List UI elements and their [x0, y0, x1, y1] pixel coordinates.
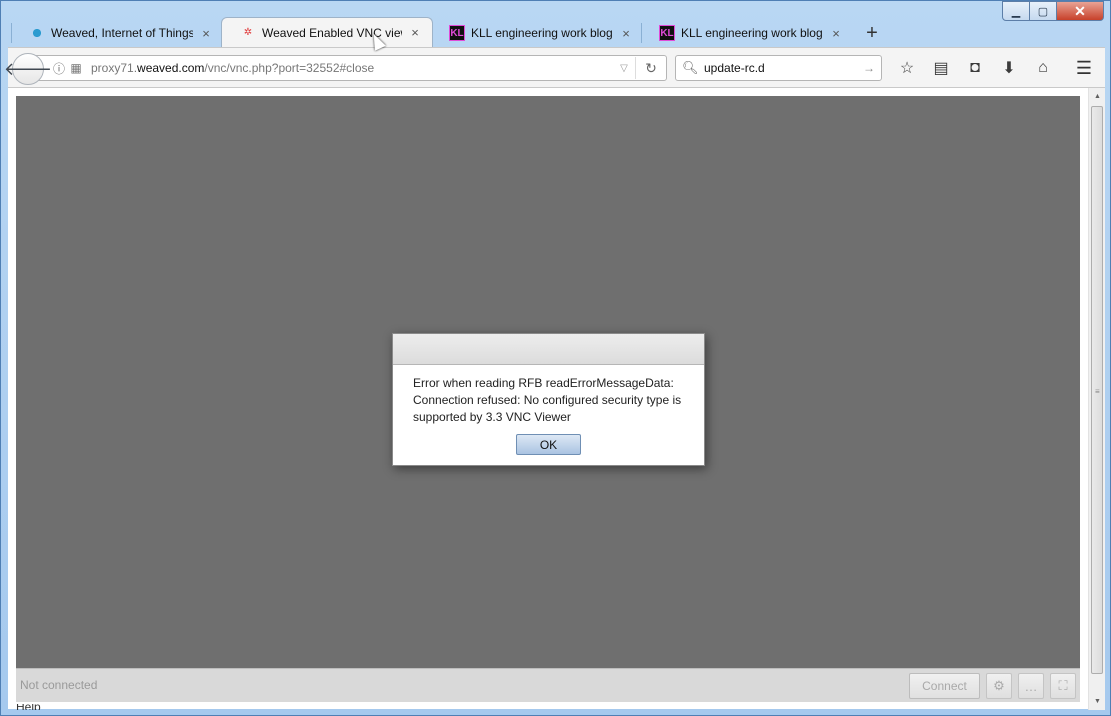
- maximize-button[interactable]: ▢: [1030, 1, 1057, 21]
- scroll-grip-icon: ≡: [1095, 387, 1100, 396]
- connect-button[interactable]: Connect: [909, 673, 980, 699]
- vnc-status-bar: Not connected Connect ⚙ … ⛶: [16, 668, 1080, 702]
- kll-icon: KL: [449, 25, 465, 41]
- tab-title: KLL engineering work blog...: [681, 26, 823, 40]
- url-bar[interactable]: ⓘ ▦ proxy71.weaved.com/vnc/vnc.php?port=…: [30, 55, 667, 81]
- url-prefix: proxy71.: [91, 61, 138, 75]
- search-input[interactable]: update-rc.d: [704, 61, 863, 75]
- tab-close-icon[interactable]: ×: [829, 26, 843, 41]
- tab-close-icon[interactable]: ×: [408, 25, 422, 40]
- bookmark-star-icon[interactable]: ☆: [890, 55, 924, 81]
- vnc-icon: ✲: [243, 27, 253, 38]
- connection-status: Not connected: [20, 678, 98, 692]
- reload-icon[interactable]: ↻: [636, 60, 666, 77]
- url-host: weaved.com: [137, 61, 205, 75]
- search-bar[interactable]: 🔍︎ update-rc.d →: [675, 55, 882, 81]
- new-tab-button[interactable]: +: [857, 19, 887, 47]
- close-window-button[interactable]: ✕: [1057, 1, 1104, 21]
- back-arrow-icon: 🡐: [3, 58, 53, 79]
- info-icon[interactable]: ⓘ: [51, 60, 67, 77]
- home-icon[interactable]: ⌂: [1026, 55, 1060, 81]
- minimize-button[interactable]: ▁: [1002, 1, 1030, 21]
- history-dropdown-icon[interactable]: ▽: [613, 63, 635, 74]
- scroll-down-icon[interactable]: ▼: [1089, 693, 1106, 710]
- window-controls: ▁ ▢ ✕: [1002, 1, 1104, 21]
- page-overflow-text: Help: [16, 704, 41, 710]
- navigation-toolbar: ⓘ ▦ proxy71.weaved.com/vnc/vnc.php?port=…: [4, 47, 1105, 87]
- url-path: /vnc/vnc.php?port=32552#close: [204, 61, 375, 75]
- url-text[interactable]: proxy71.weaved.com/vnc/vnc.php?port=3255…: [91, 61, 613, 75]
- tab-kll-blog-2[interactable]: KL KLL engineering work blog... ×: [641, 19, 853, 47]
- search-go-icon[interactable]: →: [863, 61, 875, 75]
- reading-list-icon[interactable]: ▤: [924, 55, 958, 81]
- dialog-title-bar[interactable]: [393, 334, 704, 365]
- tab-close-icon[interactable]: ×: [619, 26, 633, 41]
- kll-icon: KL: [659, 25, 675, 41]
- fullscreen-icon[interactable]: ⛶: [1050, 673, 1076, 699]
- tab-weaved-vnc[interactable]: ✲ Weaved Enabled VNC view... ×: [221, 17, 433, 47]
- settings-gear-icon[interactable]: ⚙: [986, 673, 1012, 699]
- browser-window: ▁ ▢ ✕ Weaved, Internet of Things... × ✲ …: [0, 0, 1111, 716]
- downloads-icon[interactable]: ⬇: [992, 55, 1026, 81]
- tab-title: Weaved, Internet of Things...: [51, 26, 193, 40]
- scroll-up-icon[interactable]: ▲: [1089, 88, 1106, 105]
- page-icon: ▦: [70, 61, 82, 75]
- page-content: Not connected Connect ⚙ … ⛶ Help ▲ ≡ ▼ E…: [8, 87, 1105, 710]
- tab-title: KLL engineering work blog...: [471, 26, 613, 40]
- back-button[interactable]: 🡐: [4, 53, 52, 85]
- dialog-message-line: supported by 3.3 VNC Viewer: [413, 410, 571, 424]
- ok-button[interactable]: OK: [516, 434, 581, 455]
- toolbar-icons: ☆ ▤ ◘ ⬇ ⌂: [890, 55, 1060, 81]
- dialog-message: Error when reading RFB readErrorMessageD…: [393, 365, 704, 426]
- tab-weaved-iot[interactable]: Weaved, Internet of Things... ×: [11, 19, 223, 47]
- more-options-icon[interactable]: …: [1018, 673, 1044, 699]
- dialog-message-line: Error when reading RFB readErrorMessageD…: [413, 376, 674, 390]
- menu-hamburger-icon[interactable]: ☰: [1071, 55, 1097, 81]
- tab-kll-blog-1[interactable]: KL KLL engineering work blog... ×: [431, 19, 643, 47]
- tab-close-icon[interactable]: ×: [199, 26, 213, 41]
- error-dialog: Error when reading RFB readErrorMessageD…: [392, 333, 705, 466]
- vertical-scrollbar[interactable]: ▲ ≡ ▼: [1088, 88, 1105, 710]
- tab-strip: Weaved, Internet of Things... × ✲ Weaved…: [11, 17, 887, 47]
- search-icon: 🔍︎: [682, 60, 699, 75]
- dialog-message-line: Connection refused: No configured securi…: [413, 393, 682, 407]
- weaved-icon: [29, 25, 45, 41]
- scroll-thumb[interactable]: ≡: [1091, 106, 1103, 674]
- pocket-icon[interactable]: ◘: [958, 55, 992, 81]
